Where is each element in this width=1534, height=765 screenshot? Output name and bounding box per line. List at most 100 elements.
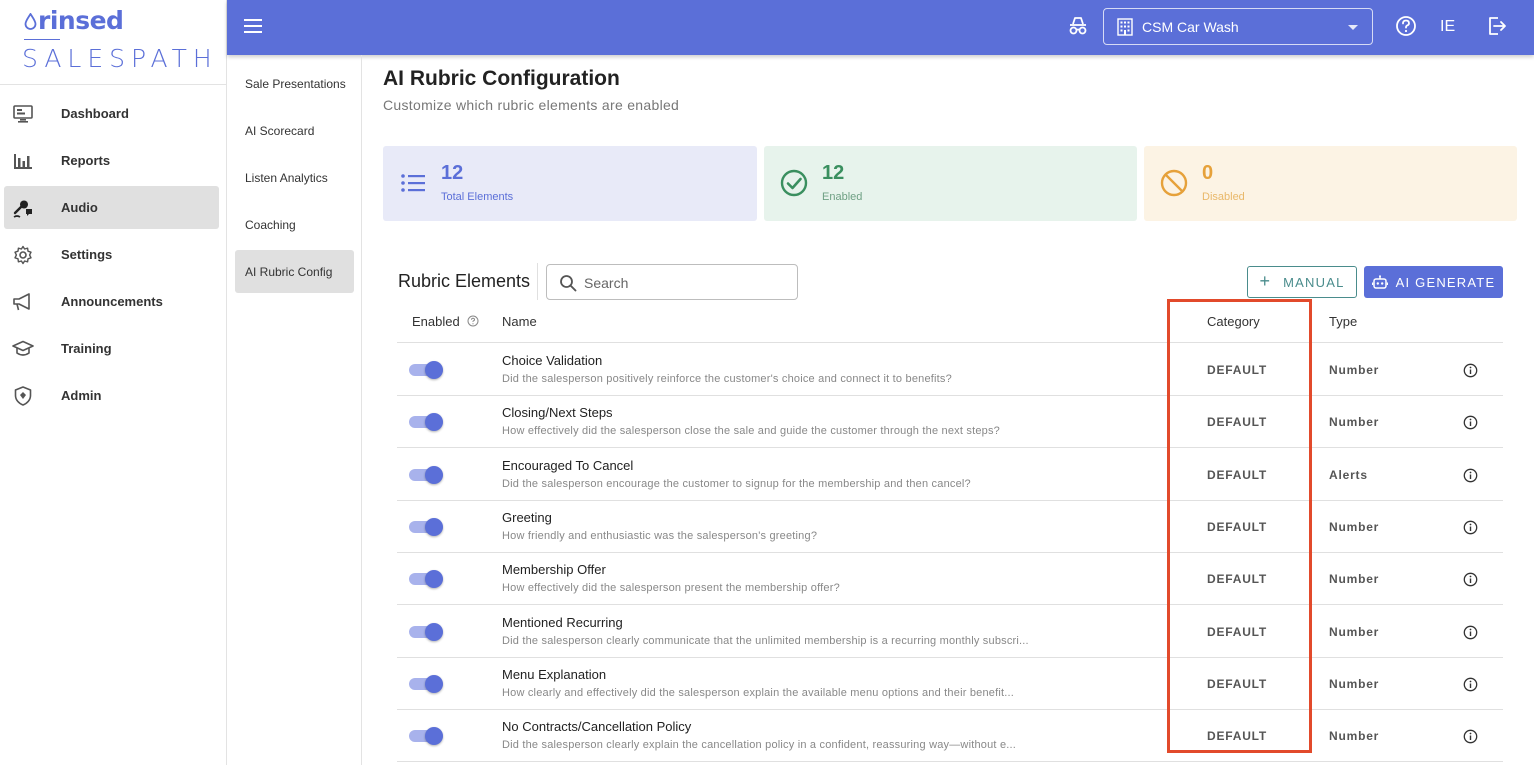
shield-icon bbox=[12, 385, 34, 407]
sidebar-item-admin[interactable]: Admin bbox=[4, 374, 219, 417]
menu-icon-bar bbox=[244, 31, 262, 33]
table-row[interactable]: Encouraged To Cancel Did the salesperson… bbox=[397, 449, 1503, 501]
row-type: Number bbox=[1329, 572, 1380, 587]
sidebar-item-label: Reports bbox=[61, 153, 111, 168]
sidebar-nav: Dashboard Reports Audio Settings Announc… bbox=[0, 92, 227, 421]
subnav-item-coaching[interactable]: Coaching bbox=[235, 203, 354, 246]
row-description: How effectively did the salesperson pres… bbox=[502, 582, 840, 595]
toggle-knob bbox=[425, 727, 443, 746]
section-divider bbox=[537, 263, 538, 300]
enabled-toggle[interactable] bbox=[409, 622, 443, 641]
row-name: Membership Offer bbox=[502, 562, 606, 578]
add-manual-label: MANUAL bbox=[1283, 274, 1345, 290]
sidebar-item-audio[interactable]: Audio bbox=[4, 186, 219, 229]
stat-disabled-label: Disabled bbox=[1202, 191, 1245, 203]
enabled-toggle[interactable] bbox=[409, 465, 443, 484]
row-type: Number bbox=[1329, 415, 1380, 430]
table-row[interactable]: Choice Validation Did the salesperson po… bbox=[397, 344, 1503, 396]
column-header-category[interactable]: Category bbox=[1207, 314, 1260, 329]
row-category: DEFAULT bbox=[1207, 572, 1268, 587]
info-icon[interactable] bbox=[1463, 363, 1478, 378]
info-icon[interactable] bbox=[1463, 729, 1478, 744]
search-input[interactable] bbox=[584, 273, 784, 293]
info-icon[interactable] bbox=[1463, 415, 1478, 430]
brand-logo-top: rinsed bbox=[24, 6, 124, 35]
brand-top-text: rinsed bbox=[38, 6, 124, 35]
app: rinsed SALESPATH Dashboard Reports Audio… bbox=[0, 0, 1534, 765]
sidebar-item-label: Settings bbox=[61, 247, 113, 262]
stat-enabled-label: Enabled bbox=[822, 191, 863, 203]
row-name: Choice Validation bbox=[502, 353, 603, 368]
column-header-enabled[interactable]: Enabled bbox=[412, 314, 479, 329]
brand-logo[interactable]: rinsed SALESPATH bbox=[0, 0, 227, 85]
row-type: Number bbox=[1329, 729, 1380, 744]
row-name: Encouraged To Cancel bbox=[502, 457, 634, 473]
enabled-toggle[interactable] bbox=[409, 727, 443, 746]
toggle-knob bbox=[425, 570, 443, 589]
user-avatar[interactable]: IE bbox=[1440, 18, 1455, 36]
subnav-item-ai-rubric-config[interactable]: AI Rubric Config bbox=[235, 250, 354, 293]
row-description: How friendly and enthusiastic was the sa… bbox=[502, 529, 818, 542]
logout-icon[interactable] bbox=[1486, 15, 1510, 39]
info-icon[interactable] bbox=[1463, 625, 1478, 640]
add-manual-button[interactable]: + MANUAL bbox=[1247, 266, 1357, 298]
toggle-knob bbox=[425, 674, 443, 693]
ai-generate-button[interactable]: AI GENERATE bbox=[1364, 266, 1503, 298]
incognito-icon[interactable] bbox=[1067, 15, 1091, 39]
enabled-toggle[interactable] bbox=[409, 413, 443, 432]
gear-icon bbox=[12, 244, 34, 266]
enabled-toggle[interactable] bbox=[409, 517, 443, 536]
water-drop-icon bbox=[24, 13, 37, 30]
sidebar-item-reports[interactable]: Reports bbox=[4, 139, 219, 182]
search-icon bbox=[560, 275, 577, 292]
monitor-icon bbox=[12, 103, 34, 125]
graduation-cap-icon bbox=[12, 338, 34, 360]
sidebar-item-announcements[interactable]: Announcements bbox=[4, 280, 219, 323]
row-description: How effectively did the salesperson clos… bbox=[502, 425, 1000, 438]
page-subtitle: Customize which rubric elements are enab… bbox=[383, 97, 680, 113]
info-icon[interactable] bbox=[1463, 572, 1478, 587]
audio-subnav: Sale Presentations AI Scorecard Listen A… bbox=[227, 55, 362, 765]
info-icon[interactable] bbox=[1463, 677, 1478, 692]
enabled-toggle[interactable] bbox=[409, 361, 443, 379]
help-icon[interactable] bbox=[1395, 15, 1419, 39]
subnav-item-sale-presentations[interactable]: Sale Presentations bbox=[235, 62, 354, 105]
table-row[interactable]: Closing/Next Steps How effectively did t… bbox=[397, 396, 1503, 449]
chevron-down-icon bbox=[1348, 25, 1358, 30]
location-select[interactable]: CSM Car Wash bbox=[1103, 8, 1373, 45]
menu-toggle-button[interactable] bbox=[241, 15, 265, 39]
enabled-toggle[interactable] bbox=[409, 570, 443, 589]
table-row[interactable]: Menu Explanation How clearly and effecti… bbox=[397, 658, 1503, 710]
row-category: DEFAULT bbox=[1207, 676, 1268, 691]
sidebar-item-dashboard[interactable]: Dashboard bbox=[4, 92, 219, 135]
table-row[interactable]: Greeting How friendly and enthusiastic w… bbox=[397, 501, 1503, 553]
sidebar-item-training[interactable]: Training bbox=[4, 327, 219, 370]
column-header-name[interactable]: Name bbox=[502, 314, 537, 329]
main-content: AI Rubric Configuration Customize which … bbox=[362, 55, 1534, 765]
brand-logo-bottom: SALESPATH bbox=[22, 44, 218, 73]
subnav-item-ai-scorecard[interactable]: AI Scorecard bbox=[235, 109, 354, 152]
brand-divider bbox=[24, 39, 60, 40]
toggle-knob bbox=[425, 361, 443, 379]
row-description: Did the salesperson positively reinforce… bbox=[502, 373, 952, 385]
table-row[interactable]: No Contracts/Cancellation Policy Did the… bbox=[397, 710, 1503, 763]
toggle-knob bbox=[425, 413, 443, 432]
help-circle-icon[interactable] bbox=[467, 315, 479, 327]
subnav-item-listen-analytics[interactable]: Listen Analytics bbox=[235, 156, 354, 199]
column-header-type[interactable]: Type bbox=[1329, 314, 1357, 329]
info-icon[interactable] bbox=[1463, 468, 1478, 483]
megaphone-icon bbox=[12, 291, 34, 313]
row-name: Menu Explanation bbox=[502, 666, 607, 682]
row-name: Mentioned Recurring bbox=[502, 614, 623, 630]
enabled-toggle[interactable] bbox=[409, 674, 443, 693]
stat-enabled-value: 12 bbox=[822, 162, 845, 184]
row-description: Did the salesperson encourage the custom… bbox=[502, 477, 971, 490]
info-icon[interactable] bbox=[1463, 520, 1478, 535]
row-description: How clearly and effectively did the sale… bbox=[502, 686, 1015, 699]
table-row[interactable]: Mentioned Recurring Did the salesperson … bbox=[397, 606, 1503, 658]
table-row[interactable]: Membership Offer How effectively did the… bbox=[397, 553, 1503, 606]
menu-icon-bar bbox=[244, 19, 262, 21]
row-category: DEFAULT bbox=[1207, 519, 1268, 534]
search-field[interactable] bbox=[546, 264, 798, 300]
sidebar-item-settings[interactable]: Settings bbox=[4, 233, 219, 276]
